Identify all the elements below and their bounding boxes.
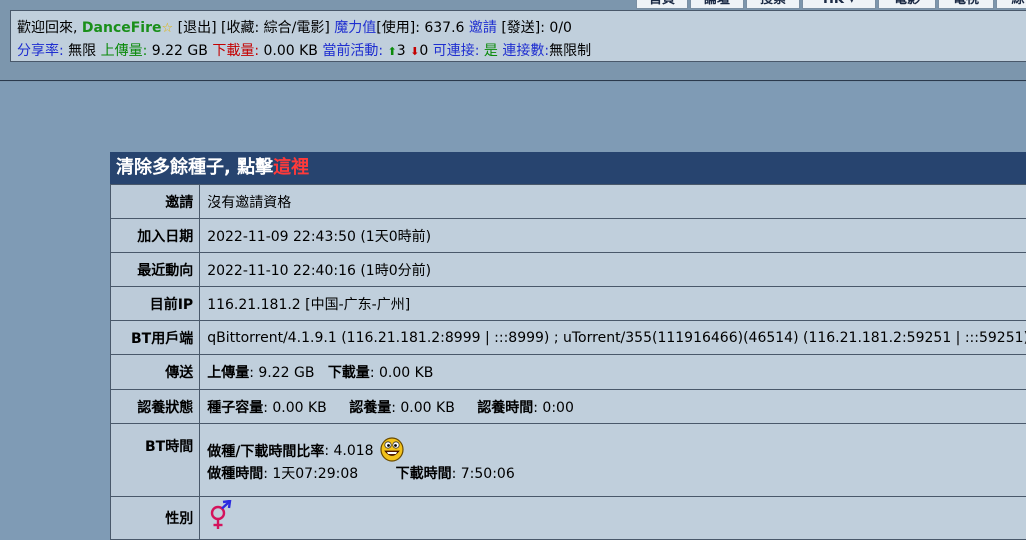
- connections-value: 無限制: [549, 43, 591, 59]
- nav-tab-movies[interactable]: 電影: [878, 0, 936, 9]
- star-icon: ☆: [162, 21, 174, 36]
- row-label: BT時間: [111, 424, 200, 497]
- uploaded-label: 上傳量:: [101, 43, 148, 59]
- top-nav: 首頁 論壇 搜索 HK ▾ 電影 電視 綜合 ▾: [636, 0, 1026, 9]
- seed-time-value: : 1天07:29:08: [263, 466, 358, 482]
- row-value: 做種/下載時間比率: 4.018 做種: [200, 424, 1026, 497]
- row-value: 上傳量: 9.22 GB 下載量: 0.00 KB: [200, 355, 1026, 390]
- table-row-joined: 加入日期 2022-11-09 22:43:50 (1天0時前): [111, 219, 1026, 253]
- table-row-seeding-status: 認養狀態 種子容量: 0.00 KB 認養量: 0.00 KB 認養時間: 0:…: [111, 390, 1026, 424]
- active-leeching: 0: [419, 43, 428, 59]
- table-row-ip: 目前IP 116.21.181.2 [中国-广东-广州]: [111, 287, 1026, 321]
- table-row-transfer: 傳送 上傳量: 9.22 GB 下載量: 0.00 KB: [111, 355, 1026, 390]
- nav-tab-label: HK ▾: [823, 0, 855, 8]
- up-arrow-icon: ⬆: [388, 45, 397, 58]
- user-info-line-1: 歡迎回來, DanceFire☆ [退出] [收藏: 綜合/電影] 魔力值[使用…: [17, 17, 1026, 40]
- adopted-label: 認養量: [349, 400, 391, 416]
- welcome-text: 歡迎回來,: [17, 20, 77, 36]
- download-value: : 0.00 KB: [370, 365, 434, 381]
- row-label: 加入日期: [111, 219, 200, 253]
- ratio-value: 無限: [68, 43, 96, 59]
- row-label: 目前IP: [111, 287, 200, 321]
- nav-tab-label: 綜合 ▾: [1011, 0, 1026, 8]
- row-label: 最近動向: [111, 253, 200, 287]
- upload-label: 上傳量: [207, 365, 249, 381]
- row-value: 2022-11-09 22:43:50 (1天0時前): [200, 219, 1026, 253]
- ratio-label: 分享率:: [17, 43, 64, 59]
- nav-tab-home[interactable]: 首頁: [636, 0, 688, 9]
- nav-tab-label: 搜索: [760, 0, 786, 8]
- seed-size-label: 種子容量: [207, 400, 263, 416]
- download-label: 下載量: [328, 365, 370, 381]
- logout-link[interactable]: [退出]: [178, 20, 217, 36]
- row-value: 116.21.181.2 [中国-广东-广州]: [200, 287, 1026, 321]
- active-label: 當前活動:: [322, 43, 383, 59]
- uploaded-value: 9.22 GB: [152, 43, 208, 59]
- table-row-last-action: 最近動向 2022-11-10 22:40:16 (1時0分前): [111, 253, 1026, 287]
- nav-tab-hk[interactable]: HK ▾: [802, 0, 876, 9]
- bt-times-line: 做種時間: 1天07:29:08 下載時間: 7:50:06: [207, 464, 1026, 484]
- nav-tab-label: 論壇: [704, 0, 730, 8]
- adopt-time-value: : 0:00: [533, 400, 574, 416]
- nav-tab-tv[interactable]: 電視: [938, 0, 994, 9]
- header-divider: [0, 80, 1026, 81]
- nav-tab-search[interactable]: 搜索: [746, 0, 800, 9]
- row-label: 傳送: [111, 355, 200, 390]
- downloaded-label: 下載量:: [212, 43, 259, 59]
- favorites-link[interactable]: [收藏: 綜合/電影]: [221, 20, 330, 36]
- panel-title: 清除多餘種子, 點擊這裡: [110, 152, 1026, 184]
- user-details-panel: 清除多餘種子, 點擊這裡 邀請 沒有邀請資格 加入日期 2022-11-09 2…: [110, 152, 1026, 540]
- adopted-value: : 0.00 KB: [391, 400, 455, 416]
- leech-time-label: 下載時間: [396, 466, 452, 482]
- bt-ratio-line: 做種/下載時間比率: 4.018: [207, 438, 1026, 464]
- table-row-bt-time: BT時間 做種/下載時間比率: 4.018: [111, 424, 1026, 497]
- row-value: 種子容量: 0.00 KB 認養量: 0.00 KB 認養時間: 0:00: [200, 390, 1026, 424]
- active-seeding: 3: [397, 43, 406, 59]
- connections-label: 連接數:: [502, 43, 549, 59]
- row-label: 認養狀態: [111, 390, 200, 424]
- time-ratio-value: : 4.018: [324, 443, 373, 459]
- row-label: 性別: [111, 497, 200, 540]
- upload-value: : 9.22 GB: [249, 365, 314, 381]
- gender-symbol-icon: [207, 520, 233, 536]
- user-info-bar: 歡迎回來, DanceFire☆ [退出] [收藏: 綜合/電影] 魔力值[使用…: [10, 10, 1026, 62]
- user-info-line-2: 分享率: 無限 上傳量: 9.22 GB 下載量: 0.00 KB 當前活動: …: [17, 40, 1026, 63]
- connectable-value: 是: [484, 43, 498, 59]
- row-value: 2022-11-10 22:40:16 (1時0分前): [200, 253, 1026, 287]
- table-row-invite: 邀請 沒有邀請資格: [111, 185, 1026, 219]
- cleanup-link[interactable]: 這裡: [273, 157, 309, 178]
- laughing-face-icon: [380, 436, 404, 466]
- nav-tab-misc[interactable]: 綜合 ▾: [996, 0, 1026, 9]
- connectable-label: 可連接:: [433, 43, 480, 59]
- nav-tab-forum[interactable]: 論壇: [690, 0, 744, 9]
- row-label: 邀請: [111, 185, 200, 219]
- row-value: [200, 497, 1026, 540]
- row-value: qBittorrent/4.1.9.1 (116.21.181.2:8999 |…: [200, 321, 1026, 355]
- down-arrow-icon: ⬇: [410, 45, 419, 58]
- downloaded-value: 0.00 KB: [264, 43, 318, 59]
- table-row-client: BT用戶端 qBittorrent/4.1.9.1 (116.21.181.2:…: [111, 321, 1026, 355]
- time-ratio-label: 做種/下載時間比率: [207, 441, 324, 461]
- row-value: 沒有邀請資格: [200, 185, 1026, 219]
- invite-link[interactable]: 邀請: [469, 20, 497, 36]
- seed-time-label: 做種時間: [207, 466, 263, 482]
- adopt-time-label: 認養時間: [477, 400, 533, 416]
- row-label: BT用戶端: [111, 321, 200, 355]
- header-strip: 首頁 論壇 搜索 HK ▾ 電影 電視 綜合 ▾ 歡迎回來, DanceFire…: [0, 0, 1026, 82]
- bonus-link[interactable]: 魔力值: [334, 20, 376, 36]
- nav-tab-label: 首頁: [649, 0, 675, 8]
- username-link[interactable]: DanceFire: [82, 20, 162, 36]
- seed-size-value: : 0.00 KB: [263, 400, 327, 416]
- nav-tab-label: 電影: [894, 0, 920, 8]
- nav-tab-label: 電視: [953, 0, 979, 8]
- bonus-value: [使用]: 637.6: [376, 20, 464, 36]
- table-row-gender: 性別: [111, 497, 1026, 540]
- user-details-table: 邀請 沒有邀請資格 加入日期 2022-11-09 22:43:50 (1天0時…: [110, 184, 1026, 540]
- panel-title-text: 清除多餘種子, 點擊: [116, 157, 273, 178]
- leech-time-value: : 7:50:06: [452, 466, 515, 482]
- invite-value: [發送]: 0/0: [501, 20, 572, 36]
